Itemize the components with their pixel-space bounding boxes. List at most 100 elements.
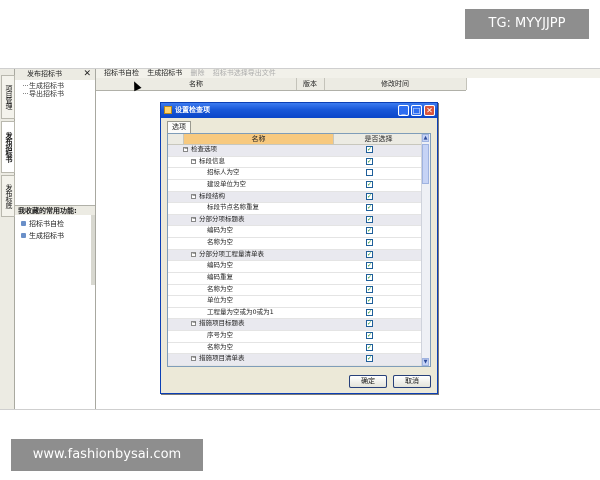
row-checkbox[interactable]: ✓ xyxy=(366,308,373,316)
row-checkbox[interactable]: ✓ xyxy=(366,297,373,305)
tree-item-generate[interactable]: 生成招标书 xyxy=(15,82,95,90)
left-vertical-tabs: 项目管理 发布招标书 发布标底 xyxy=(0,69,15,409)
close-icon[interactable]: ✕ xyxy=(424,105,435,116)
table-row[interactable]: − 措施项目标题表 ✓ xyxy=(168,319,424,332)
table-row[interactable]: 名称为空 ✓ xyxy=(168,238,424,250)
table-row[interactable]: 招标人为空 xyxy=(168,168,424,180)
vtab-project-management[interactable]: 项目管理 xyxy=(1,75,15,119)
tree-item-label: 生成招标书 xyxy=(29,82,64,90)
table-row[interactable]: − 分部分项工程量清单表 ✓ xyxy=(168,249,424,262)
table-row[interactable]: 建设单位为空 ✓ xyxy=(168,180,424,192)
table-row[interactable]: 单位为空 ✓ xyxy=(168,296,424,308)
row-checkbox[interactable]: ✓ xyxy=(366,239,373,247)
collapse-toggle-icon[interactable]: − xyxy=(191,251,196,257)
table-row[interactable]: 标段节点名称重复 ✓ xyxy=(168,203,424,215)
grid-col-version[interactable]: 版本 xyxy=(296,78,325,90)
dialog-titlebar[interactable]: 设置检查项 _ □ ✕ xyxy=(161,103,437,118)
function-icon xyxy=(21,233,26,238)
vtab-publish-tender[interactable]: 发布招标书 xyxy=(1,121,15,173)
collapse-toggle-icon[interactable]: − xyxy=(191,216,196,222)
watermark-top: TG: MYYJJPP xyxy=(465,9,589,39)
row-checkbox[interactable]: ✓ xyxy=(366,343,373,351)
ok-button[interactable]: 确定 xyxy=(349,375,387,388)
row-label: 名称为空 xyxy=(207,284,233,293)
close-icon[interactable]: ✕ xyxy=(83,69,91,79)
vtab-publish-base[interactable]: 发布标底 xyxy=(1,175,15,217)
row-checkbox[interactable]: ✓ xyxy=(366,355,373,363)
row-checkbox[interactable]: ✓ xyxy=(366,285,373,293)
file-grid-header: 名称 版本 修改时间 xyxy=(96,78,467,91)
row-checkbox[interactable]: ✓ xyxy=(366,204,373,212)
scroll-thumb[interactable] xyxy=(422,144,429,184)
dialog-tabstrip: 选项 xyxy=(167,121,191,133)
tree-item-export[interactable]: 导出招标书 xyxy=(15,90,95,98)
favorite-label: 生成招标书 xyxy=(29,232,64,240)
toolbar: 招标书自检 生成招标书 删除 招标书选择导出文件 xyxy=(96,69,600,78)
row-checkbox[interactable]: ✓ xyxy=(366,146,373,153)
row-checkbox[interactable]: ✓ xyxy=(366,273,373,281)
maximize-icon[interactable]: □ xyxy=(411,105,422,116)
favorite-label: 招标书自检 xyxy=(29,220,64,228)
row-checkbox[interactable]: ✓ xyxy=(366,320,373,328)
table-row[interactable]: − 检查选项 ✓ xyxy=(168,145,424,157)
check-items-list: 名称 是否选择 − 检查选项 ✓ − 标段信息 ✓ 招标人为空 建设单位为空 ✓ − 标段结构 ✓ 标段… xyxy=(167,133,431,367)
panel-tree: 生成招标书 导出招标书 xyxy=(15,80,95,98)
col-header-name[interactable]: 名称 xyxy=(184,134,334,145)
table-row[interactable]: 编码为空 ✓ xyxy=(168,261,424,273)
collapse-toggle-icon[interactable]: − xyxy=(191,356,196,362)
row-checkbox[interactable]: ✓ xyxy=(366,332,373,340)
collapse-toggle-icon[interactable]: − xyxy=(191,193,196,199)
settings-dialog: 设置检查项 _ □ ✕ 选项 名称 是否选择 − 检查选项 ✓ − 标段信息 ✓ 招标人为空… xyxy=(160,102,438,394)
row-label: 措施项目标题表 xyxy=(199,319,245,328)
row-checkbox[interactable]: ✓ xyxy=(366,192,373,200)
table-row[interactable]: − 标段结构 ✓ xyxy=(168,191,424,204)
row-checkbox[interactable]: ✓ xyxy=(366,157,373,165)
collapse-toggle-icon[interactable]: − xyxy=(191,321,196,327)
panel-scrollbar[interactable] xyxy=(91,215,95,285)
row-header-corner xyxy=(168,134,184,145)
list-scrollbar[interactable]: ▲ ▼ xyxy=(421,134,430,366)
table-row[interactable]: 工程量为空或为0或为1 ✓ xyxy=(168,308,424,320)
panel-title: 发布招标书 xyxy=(27,70,62,78)
scroll-down-icon[interactable]: ▼ xyxy=(422,358,429,366)
row-checkbox[interactable]: ✓ xyxy=(366,180,373,188)
table-row[interactable]: 编码为空 ✓ xyxy=(168,226,424,239)
table-row[interactable]: 名称为空 ✓ xyxy=(168,285,424,297)
grid-col-name[interactable]: 名称 xyxy=(96,78,297,90)
row-label: 序号为空 xyxy=(207,331,233,340)
table-row[interactable]: − 标段信息 ✓ xyxy=(168,157,424,169)
collapse-toggle-icon[interactable]: − xyxy=(191,158,196,164)
row-checkbox[interactable]: ✓ xyxy=(366,215,373,223)
cancel-button[interactable]: 取消 xyxy=(393,375,431,388)
favorites-title: 我收藏的常用功能: xyxy=(15,205,95,215)
toolbar-delete[interactable]: 删除 xyxy=(190,69,204,77)
minimize-icon[interactable]: _ xyxy=(398,105,409,116)
table-row[interactable]: 名称为空 ✓ xyxy=(168,343,424,355)
watermark-bottom: www.fashionbysai.com xyxy=(11,439,203,471)
favorite-item-generate[interactable]: 生成招标书 xyxy=(21,232,64,241)
row-checkbox[interactable]: ✓ xyxy=(366,250,373,258)
collapse-toggle-icon[interactable]: − xyxy=(183,147,188,152)
table-row[interactable]: 编码重复 ✓ xyxy=(168,273,424,285)
row-checkbox[interactable] xyxy=(366,169,373,177)
row-label: 编码为空 xyxy=(207,226,233,235)
app-icon xyxy=(164,106,172,114)
row-label: 措施项目清单表 xyxy=(199,354,245,363)
table-row[interactable]: − 措施项目清单表 ✓ xyxy=(168,354,424,366)
table-row[interactable]: − 分部分项标题表 ✓ xyxy=(168,214,424,227)
row-checkbox[interactable]: ✓ xyxy=(366,227,373,235)
row-label: 标段信息 xyxy=(199,156,225,165)
toolbar-generate[interactable]: 生成招标书 xyxy=(147,69,182,77)
row-label: 标段节点名称重复 xyxy=(207,203,259,212)
tab-options[interactable]: 选项 xyxy=(167,121,191,133)
toolbar-export-select[interactable]: 招标书选择导出文件 xyxy=(213,69,276,77)
row-label: 检查选项 xyxy=(191,145,217,153)
col-header-selected[interactable]: 是否选择 xyxy=(334,134,424,145)
favorite-item-self-check[interactable]: 招标书自检 xyxy=(21,220,64,229)
toolbar-self-check[interactable]: 招标书自检 xyxy=(104,69,139,77)
dialog-title: 设置检查项 xyxy=(175,106,210,114)
row-checkbox[interactable]: ✓ xyxy=(366,262,373,270)
scroll-up-icon[interactable]: ▲ xyxy=(422,134,429,142)
grid-col-modified[interactable]: 修改时间 xyxy=(324,78,467,90)
table-row[interactable]: 序号为空 ✓ xyxy=(168,331,424,343)
